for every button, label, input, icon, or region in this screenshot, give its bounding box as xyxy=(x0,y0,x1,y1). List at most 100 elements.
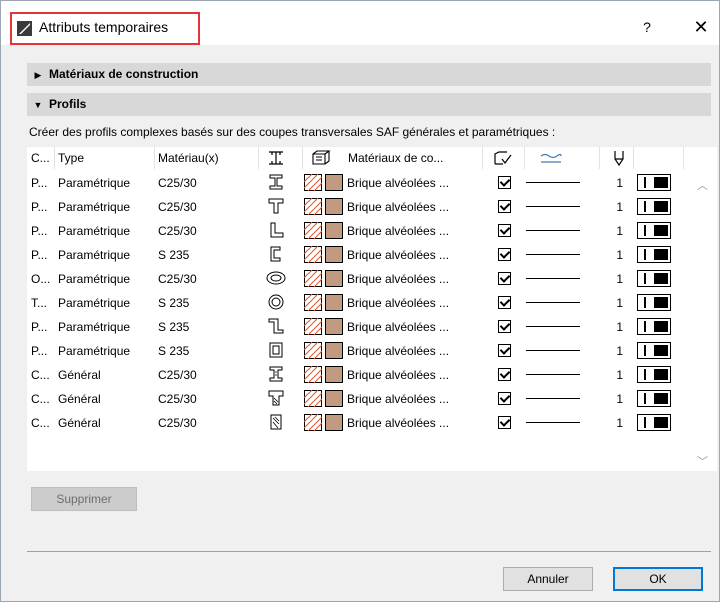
row-material[interactable]: S 235 xyxy=(158,320,189,334)
profile-column-icon[interactable] xyxy=(267,150,285,166)
row-pen-number[interactable]: 1 xyxy=(613,368,623,382)
hatch-pattern-icon[interactable] xyxy=(304,294,322,311)
row-checkbox[interactable] xyxy=(498,296,511,309)
pen-selector[interactable] xyxy=(637,294,671,311)
row-checkbox[interactable] xyxy=(498,224,511,237)
oval-icon[interactable] xyxy=(266,269,286,287)
z-profile-icon[interactable] xyxy=(266,317,286,335)
row-pen-number[interactable]: 1 xyxy=(613,176,623,190)
table-row[interactable]: P... Paramétrique C25/30 Brique alvéolées .… xyxy=(27,219,689,243)
row-checkbox[interactable] xyxy=(498,176,511,189)
row-building-material[interactable]: Brique alvéolées ... xyxy=(347,176,449,190)
box-profile-icon[interactable] xyxy=(266,341,286,359)
row-checkbox[interactable] xyxy=(498,320,511,333)
hatch-pattern-icon[interactable] xyxy=(304,246,322,263)
fill-color-swatch[interactable] xyxy=(325,174,343,191)
fill-color-swatch[interactable] xyxy=(325,390,343,407)
row-building-material[interactable]: Brique alvéolées ... xyxy=(347,344,449,358)
row-building-material[interactable]: Brique alvéolées ... xyxy=(347,296,449,310)
help-button[interactable]: ? xyxy=(637,15,657,39)
line-type-column-icon[interactable] xyxy=(539,152,563,164)
table-row[interactable]: P... Paramétrique S 235 Brique alvéolées ..… xyxy=(27,315,689,339)
pen-selector[interactable] xyxy=(637,414,671,431)
row-building-material[interactable]: Brique alvéolées ... xyxy=(347,368,449,382)
row-material[interactable]: C25/30 xyxy=(158,176,197,190)
i-beam-general-icon[interactable] xyxy=(266,365,286,383)
table-row[interactable]: O... Paramétrique C25/30 Brique alvéolées .… xyxy=(27,267,689,291)
hatch-pattern-icon[interactable] xyxy=(304,414,322,431)
row-building-material[interactable]: Brique alvéolées ... xyxy=(347,248,449,262)
pen-selector[interactable] xyxy=(637,390,671,407)
row-checkbox[interactable] xyxy=(498,200,511,213)
row-material[interactable]: C25/30 xyxy=(158,416,197,430)
hatch-pattern-icon[interactable] xyxy=(304,366,322,383)
table-row[interactable]: P... Paramétrique S 235 Brique alvéolées ..… xyxy=(27,339,689,363)
row-material[interactable]: S 235 xyxy=(158,248,189,262)
row-checkbox[interactable] xyxy=(498,392,511,405)
surface-column-icon[interactable] xyxy=(311,150,331,166)
row-pen-number[interactable]: 1 xyxy=(613,272,623,286)
t-beam-general-icon[interactable] xyxy=(266,389,286,407)
col-header-material[interactable]: Matériau(x) xyxy=(158,151,219,165)
col-header-c[interactable]: C... xyxy=(31,151,50,165)
cut-fill-column-icon[interactable] xyxy=(493,150,513,166)
hatch-pattern-icon[interactable] xyxy=(304,174,322,191)
delete-button[interactable]: Supprimer xyxy=(31,487,137,511)
row-pen-number[interactable]: 1 xyxy=(613,224,623,238)
table-row[interactable]: P... Paramétrique C25/30 Brique alvéolées .… xyxy=(27,195,689,219)
fill-color-swatch[interactable] xyxy=(325,342,343,359)
fill-color-swatch[interactable] xyxy=(325,246,343,263)
row-pen-number[interactable]: 1 xyxy=(613,416,623,430)
i-beam-icon[interactable] xyxy=(266,173,286,191)
pen-selector[interactable] xyxy=(637,318,671,335)
hatch-pattern-icon[interactable] xyxy=(304,318,322,335)
row-pen-number[interactable]: 1 xyxy=(613,296,623,310)
table-row[interactable]: P... Paramétrique C25/30 Brique alvéolées .… xyxy=(27,171,689,195)
fill-color-swatch[interactable] xyxy=(325,366,343,383)
row-pen-number[interactable]: 1 xyxy=(613,248,623,262)
pen-selector[interactable] xyxy=(637,174,671,191)
line-type-sample[interactable] xyxy=(526,326,580,327)
line-type-sample[interactable] xyxy=(526,398,580,399)
row-building-material[interactable]: Brique alvéolées ... xyxy=(347,392,449,406)
row-building-material[interactable]: Brique alvéolées ... xyxy=(347,224,449,238)
vertical-scrollbar[interactable]: ︿ ﹀ xyxy=(691,169,715,471)
close-button[interactable]: ✕ xyxy=(689,15,713,39)
row-material[interactable]: S 235 xyxy=(158,344,189,358)
line-type-sample[interactable] xyxy=(526,206,580,207)
pen-selector[interactable] xyxy=(637,342,671,359)
row-building-material[interactable]: Brique alvéolées ... xyxy=(347,200,449,214)
row-material[interactable]: C25/30 xyxy=(158,224,197,238)
fill-color-swatch[interactable] xyxy=(325,318,343,335)
line-type-sample[interactable] xyxy=(526,278,580,279)
row-pen-number[interactable]: 1 xyxy=(613,320,623,334)
c-channel-icon[interactable] xyxy=(266,245,286,263)
line-type-sample[interactable] xyxy=(526,350,580,351)
pen-selector[interactable] xyxy=(637,270,671,287)
row-checkbox[interactable] xyxy=(498,344,511,357)
table-row[interactable]: C... Général C25/30 Brique alvéolées ... 1 xyxy=(27,387,689,411)
hatch-pattern-icon[interactable] xyxy=(304,222,322,239)
row-checkbox[interactable] xyxy=(498,248,511,261)
fill-color-swatch[interactable] xyxy=(325,270,343,287)
row-checkbox[interactable] xyxy=(498,272,511,285)
cancel-button[interactable]: Annuler xyxy=(503,567,593,591)
line-type-sample[interactable] xyxy=(526,422,580,423)
row-checkbox[interactable] xyxy=(498,416,511,429)
table-row[interactable]: P... Paramétrique S 235 Brique alvéolées ..… xyxy=(27,243,689,267)
section-materiaux[interactable]: ▶ Matériaux de construction xyxy=(27,63,711,86)
row-material[interactable]: C25/30 xyxy=(158,200,197,214)
hatch-pattern-icon[interactable] xyxy=(304,198,322,215)
table-row[interactable]: C... Général C25/30 Brique alvéolées ... 1 xyxy=(27,411,689,435)
row-material[interactable]: C25/30 xyxy=(158,392,197,406)
t-beam-icon[interactable] xyxy=(266,197,286,215)
line-type-sample[interactable] xyxy=(526,230,580,231)
fill-color-swatch[interactable] xyxy=(325,198,343,215)
row-building-material[interactable]: Brique alvéolées ... xyxy=(347,272,449,286)
col-header-type[interactable]: Type xyxy=(58,151,84,165)
pen-selector[interactable] xyxy=(637,222,671,239)
circle-tube-icon[interactable] xyxy=(266,293,286,311)
scroll-down-icon[interactable]: ﹀ xyxy=(697,453,708,469)
table-row[interactable]: C... Général C25/30 Brique alvéolées ... 1 xyxy=(27,363,689,387)
line-type-sample[interactable] xyxy=(526,254,580,255)
